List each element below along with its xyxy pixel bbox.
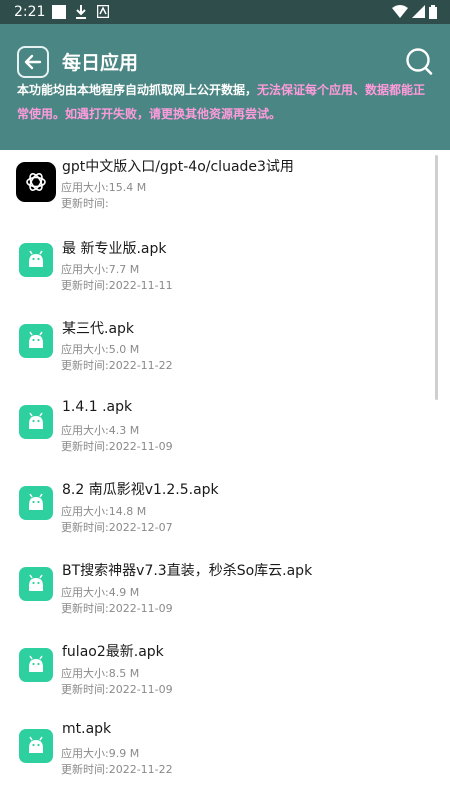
app-name: 某三代.apk [62,321,135,337]
battery-icon [429,5,437,23]
app-size: 应用大小:9.9 M [61,747,140,760]
list-item[interactable]: BT搜索神器v7.3直装，秒杀So库云.apk 应用大小:4.9 M 更新时间:… [0,555,440,635]
app-name: fulao2最新.apk [62,644,164,660]
list-item[interactable]: fulao2最新.apk 应用大小:8.5 M 更新时间:2022-11-09 [0,636,440,716]
app-updated: 更新时间:2022-11-09 [61,602,173,615]
app-notification-icon [96,4,110,22]
list-item[interactable]: gpt中文版入口/gpt-4o/cluade3试用 应用大小:15.4 M 更新… [0,150,440,230]
list-item[interactable]: 最 新专业版.apk 应用大小:7.7 M 更新时间:2022-11-11 [0,231,440,311]
notice-plain: 本功能均由本地程序自动抓取网上公开数据， [17,83,258,97]
app-updated: 更新时间:2022-11-22 [61,359,173,372]
wifi-icon [392,5,408,22]
app-size: 应用大小:8.5 M [61,667,140,680]
android-icon [19,324,53,358]
app-name: gpt中文版入口/gpt-4o/cluade3试用 [62,159,294,175]
android-icon [19,729,53,763]
android-icon [19,648,53,682]
android-icon [19,405,53,439]
list-item[interactable]: 8.2 南瓜影视v1.2.5.apk 应用大小:14.8 M 更新时间:2022… [0,474,440,554]
list-item[interactable]: 某三代.apk 应用大小:5.0 M 更新时间:2022-11-22 [0,312,440,392]
app-list[interactable]: gpt中文版入口/gpt-4o/cluade3试用 应用大小:15.4 M 更新… [0,150,450,800]
app-name: 8.2 南瓜影视v1.2.5.apk [62,482,219,498]
signal-icon [412,5,425,22]
back-button[interactable] [17,46,49,78]
app-updated: 更新时间:2022-11-09 [61,683,173,696]
android-icon [19,243,53,277]
app-updated: 更新时间:2022-11-22 [61,763,173,776]
app-size: 应用大小:4.9 M [61,586,140,599]
app-updated: 更新时间:2022-11-09 [61,440,173,453]
search-icon [406,48,433,75]
app-name: 最 新专业版.apk [62,241,167,257]
list-item[interactable]: 1.4.1 .apk 应用大小:4.3 M 更新时间:2022-11-09 [0,393,440,473]
list-item[interactable]: mt.apk 应用大小:9.9 M 更新时间:2022-11-22 [0,717,440,797]
app-updated: 更新时间: [61,197,109,210]
app-size: 应用大小:4.3 M [61,424,140,437]
app-updated: 更新时间:2022-11-11 [61,279,173,292]
app-size: 应用大小:7.7 M [61,263,140,276]
android-icon [19,486,53,520]
arrow-left-icon [24,54,42,70]
chatgpt-icon [16,162,56,202]
app-name: mt.apk [62,721,112,737]
app-updated: 更新时间:2022-12-07 [61,521,173,534]
status-time: 2:21 [14,4,46,20]
app-name: 1.4.1 .apk [62,399,133,415]
status-bar: 2:21 [0,0,450,24]
search-button[interactable] [404,47,434,77]
download-icon [75,5,87,23]
app-size: 应用大小:14.8 M [61,505,147,518]
app-size: 应用大小:5.0 M [61,343,140,356]
android-icon [19,567,53,601]
app-size: 应用大小:15.4 M [61,181,147,194]
list-scrollbar[interactable] [435,155,438,400]
page-title: 每日应用 [62,52,139,74]
app-name: BT搜索神器v7.3直装，秒杀So库云.apk [62,563,313,579]
app-header: 每日应用 本功能均由本地程序自动抓取网上公开数据，无法保证每个应用、数据都能正常… [0,24,450,150]
notification-square-icon [52,5,66,23]
notice-text: 本功能均由本地程序自动抓取网上公开数据，无法保证每个应用、数据都能正常使用。如遇… [17,78,435,126]
